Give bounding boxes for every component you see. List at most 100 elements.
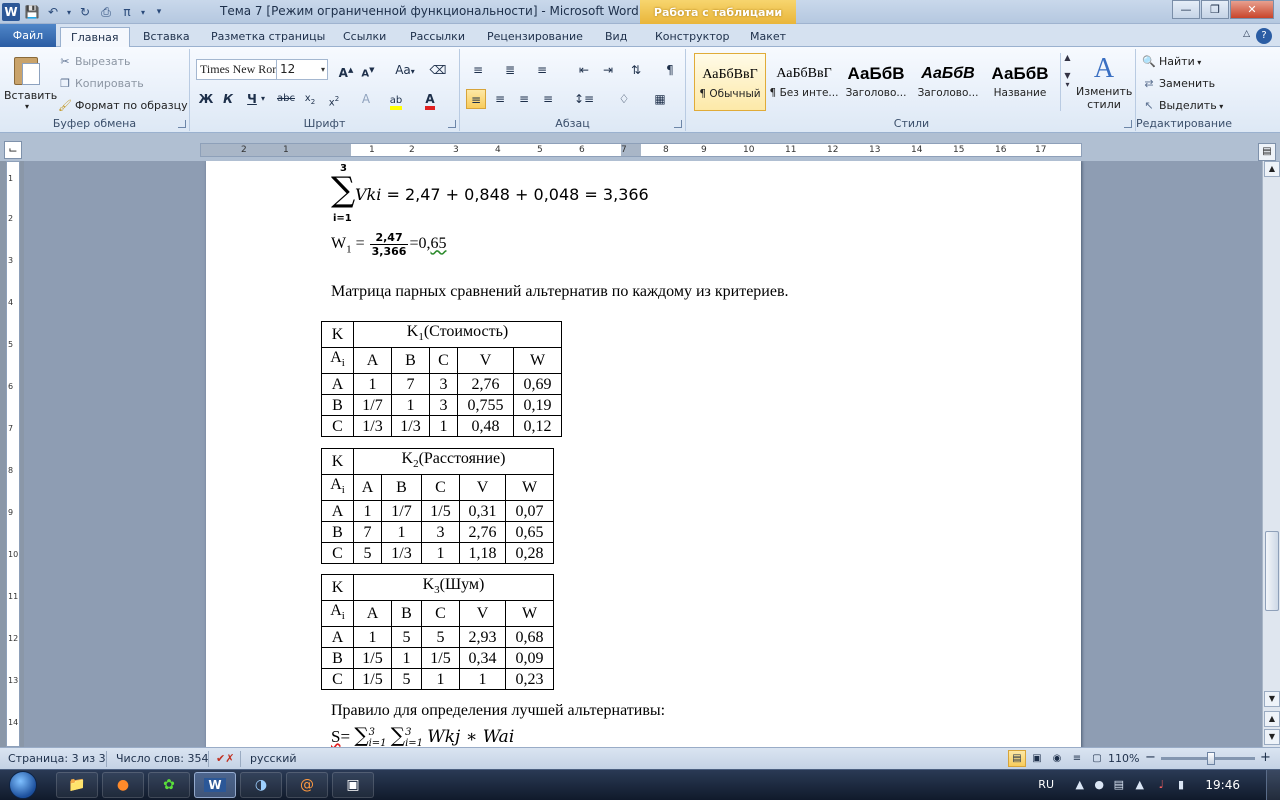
row-label-cell[interactable]: B bbox=[321, 521, 354, 544]
table-cell[interactable]: 0,09 bbox=[505, 647, 554, 670]
tab-stop-selector[interactable]: ⌙ bbox=[4, 141, 22, 159]
horizontal-ruler[interactable]: 1 2 1 2 3 4 5 6 7 8 9 10 11 12 13 14 15 … bbox=[200, 143, 1082, 157]
outline-view-icon[interactable]: ≡ bbox=[1068, 750, 1086, 767]
style-no-spacing[interactable]: АаБбВвГ ¶ Без инте... bbox=[768, 53, 840, 111]
table-cell[interactable]: 0,48 bbox=[457, 415, 514, 438]
row-label-cell[interactable]: B bbox=[321, 394, 354, 417]
word-counter[interactable]: Число слов: 354 bbox=[116, 752, 209, 765]
table-cell[interactable]: 3 bbox=[421, 521, 460, 544]
increase-indent-icon[interactable]: ⇥ bbox=[598, 60, 618, 80]
scroll-down-icon[interactable]: ▼ bbox=[1264, 691, 1280, 707]
header-cell[interactable]: A bbox=[353, 474, 382, 502]
table-corner-cell[interactable]: K bbox=[321, 320, 354, 349]
table-cell[interactable]: 0,28 bbox=[505, 542, 554, 565]
row-label-cell[interactable]: A bbox=[321, 626, 354, 649]
table-cell[interactable]: 1 bbox=[391, 647, 422, 670]
strikethrough-icon[interactable]: abc bbox=[274, 89, 298, 109]
row-label-cell[interactable]: A bbox=[321, 500, 354, 523]
bullets-icon[interactable]: ≡ bbox=[468, 60, 488, 80]
clock[interactable]: 19:46 bbox=[1205, 778, 1240, 792]
header-cell[interactable]: C bbox=[429, 347, 458, 375]
multilevel-list-icon[interactable]: ≡ bbox=[532, 60, 552, 80]
table-cell[interactable]: 1 bbox=[421, 668, 460, 691]
style-heading-1[interactable]: АаБбВ Заголово... bbox=[840, 53, 912, 111]
network-icon[interactable]: ▤ bbox=[1114, 778, 1124, 791]
table-cell[interactable]: 5 bbox=[353, 542, 382, 565]
subscript-icon[interactable]: x2 bbox=[300, 89, 320, 109]
table-cell[interactable]: 7 bbox=[353, 521, 382, 544]
table-cell[interactable]: 5 bbox=[391, 626, 422, 649]
ai-cell[interactable]: Ai bbox=[321, 347, 354, 375]
taskbar-app-icon[interactable]: ◑ bbox=[240, 772, 282, 798]
header-cell[interactable]: V bbox=[459, 474, 506, 502]
undo-dropdown-icon[interactable]: ▾ bbox=[65, 3, 73, 21]
paragraph-launcher[interactable] bbox=[674, 120, 682, 128]
table-cell[interactable]: 0,31 bbox=[459, 500, 506, 523]
header-cell[interactable]: V bbox=[457, 347, 514, 375]
find-button[interactable]: 🔍 Найти ▾ bbox=[1142, 53, 1201, 71]
change-case-icon[interactable]: Aa▾ bbox=[390, 60, 420, 80]
table-corner-cell[interactable]: K bbox=[321, 447, 354, 476]
table-cell[interactable]: 0,34 bbox=[459, 647, 506, 670]
table-cell[interactable]: 0,19 bbox=[513, 394, 562, 417]
header-cell[interactable]: A bbox=[353, 347, 392, 375]
help-icon[interactable]: ? bbox=[1256, 28, 1272, 44]
decrease-indent-icon[interactable]: ⇤ bbox=[574, 60, 594, 80]
show-desktop-button[interactable] bbox=[1266, 770, 1280, 800]
styles-gallery-scroll[interactable]: ▲ ▼ ▾ bbox=[1060, 53, 1074, 111]
font-name-box[interactable]: Times New Roman bbox=[196, 59, 278, 80]
criterion-table-1[interactable]: K K1(Стоимость) Ai A B C V W A 1 7 3 2,7… bbox=[321, 320, 562, 438]
full-screen-view-icon[interactable]: ▣ bbox=[1028, 750, 1046, 767]
tab-design[interactable]: Конструктор bbox=[645, 27, 739, 47]
rule-formula[interactable]: S= ∑3 i=1 ∑3 i=1 Wkj ∗ Wai bbox=[331, 723, 514, 747]
volume-muted-icon[interactable]: ♩ bbox=[1159, 778, 1164, 791]
taskbar-window-icon[interactable]: ▣ bbox=[332, 772, 374, 798]
table-cell[interactable]: 1/5 bbox=[353, 668, 392, 691]
matrix-intro-paragraph[interactable]: Матрица парных сравнений альтернатив по … bbox=[331, 283, 789, 301]
select-button[interactable]: ↖ Выделить ▾ bbox=[1142, 97, 1223, 115]
table-cell[interactable]: 1 bbox=[391, 394, 430, 417]
tab-page-layout[interactable]: Разметка страницы bbox=[201, 27, 335, 47]
scroll-thumb[interactable] bbox=[1265, 531, 1279, 611]
row-label-cell[interactable]: C bbox=[321, 668, 354, 691]
table-cell[interactable]: 1 bbox=[353, 373, 392, 396]
table-title-cell[interactable]: K3(Шум) bbox=[353, 573, 554, 602]
header-cell[interactable]: B bbox=[391, 347, 430, 375]
table-cell[interactable]: 0,07 bbox=[505, 500, 554, 523]
table-cell[interactable]: 0,69 bbox=[513, 373, 562, 396]
equation-dropdown-icon[interactable]: ▾ bbox=[139, 3, 147, 21]
signal-icon[interactable]: ▲ bbox=[1136, 778, 1144, 791]
start-button[interactable] bbox=[4, 770, 44, 800]
table-cell[interactable]: 7 bbox=[391, 373, 430, 396]
font-size-dropdown-icon[interactable]: ▾ bbox=[321, 60, 325, 79]
row-label-cell[interactable]: C bbox=[321, 415, 354, 438]
vertical-scrollbar[interactable]: ▲ ▼ ▲ ▼ bbox=[1262, 161, 1280, 747]
view-ruler-button[interactable]: ▤ bbox=[1258, 143, 1276, 161]
table-cell[interactable]: 5 bbox=[421, 626, 460, 649]
table-cell[interactable]: 1/3 bbox=[353, 415, 392, 438]
table-cell[interactable]: 1/3 bbox=[381, 542, 422, 565]
copy-button[interactable]: ❐ Копировать bbox=[58, 75, 144, 93]
align-center-icon[interactable]: ≡ bbox=[490, 89, 510, 109]
underline-dropdown-icon[interactable]: ▾ bbox=[258, 89, 268, 109]
clipboard-launcher[interactable] bbox=[178, 120, 186, 128]
word-app-icon[interactable]: W bbox=[2, 3, 20, 21]
document-page[interactable]: 3 ∑ i=1 Vki = 2,47 + 0,848 + 0,048 = 3,3… bbox=[206, 161, 1081, 747]
highlight-icon[interactable]: ab bbox=[386, 89, 406, 110]
tray-expand-icon[interactable]: ▲ bbox=[1076, 778, 1084, 791]
next-page-icon[interactable]: ▼ bbox=[1264, 729, 1280, 745]
replace-button[interactable]: ⇄ Заменить bbox=[1142, 75, 1215, 93]
close-button[interactable]: ✕ bbox=[1230, 0, 1274, 19]
zoom-level[interactable]: 110% bbox=[1108, 752, 1139, 765]
align-left-icon[interactable]: ≡ bbox=[466, 89, 486, 109]
table-cell[interactable]: 0,65 bbox=[505, 521, 554, 544]
table-cell[interactable]: 1 bbox=[353, 500, 382, 523]
table-cell[interactable]: 1/7 bbox=[381, 500, 422, 523]
header-cell[interactable]: B bbox=[381, 474, 422, 502]
criterion-table-3[interactable]: K K3(Шум) Ai A B C V W A 1 5 5 2,93 0,68… bbox=[321, 573, 554, 691]
tray-app-icon[interactable]: ● bbox=[1094, 778, 1104, 791]
table-cell[interactable]: 0,12 bbox=[513, 415, 562, 438]
grow-font-icon[interactable]: A▲ bbox=[336, 60, 356, 80]
table-cell[interactable]: 1 bbox=[421, 542, 460, 565]
table-cell[interactable]: 2,76 bbox=[459, 521, 506, 544]
